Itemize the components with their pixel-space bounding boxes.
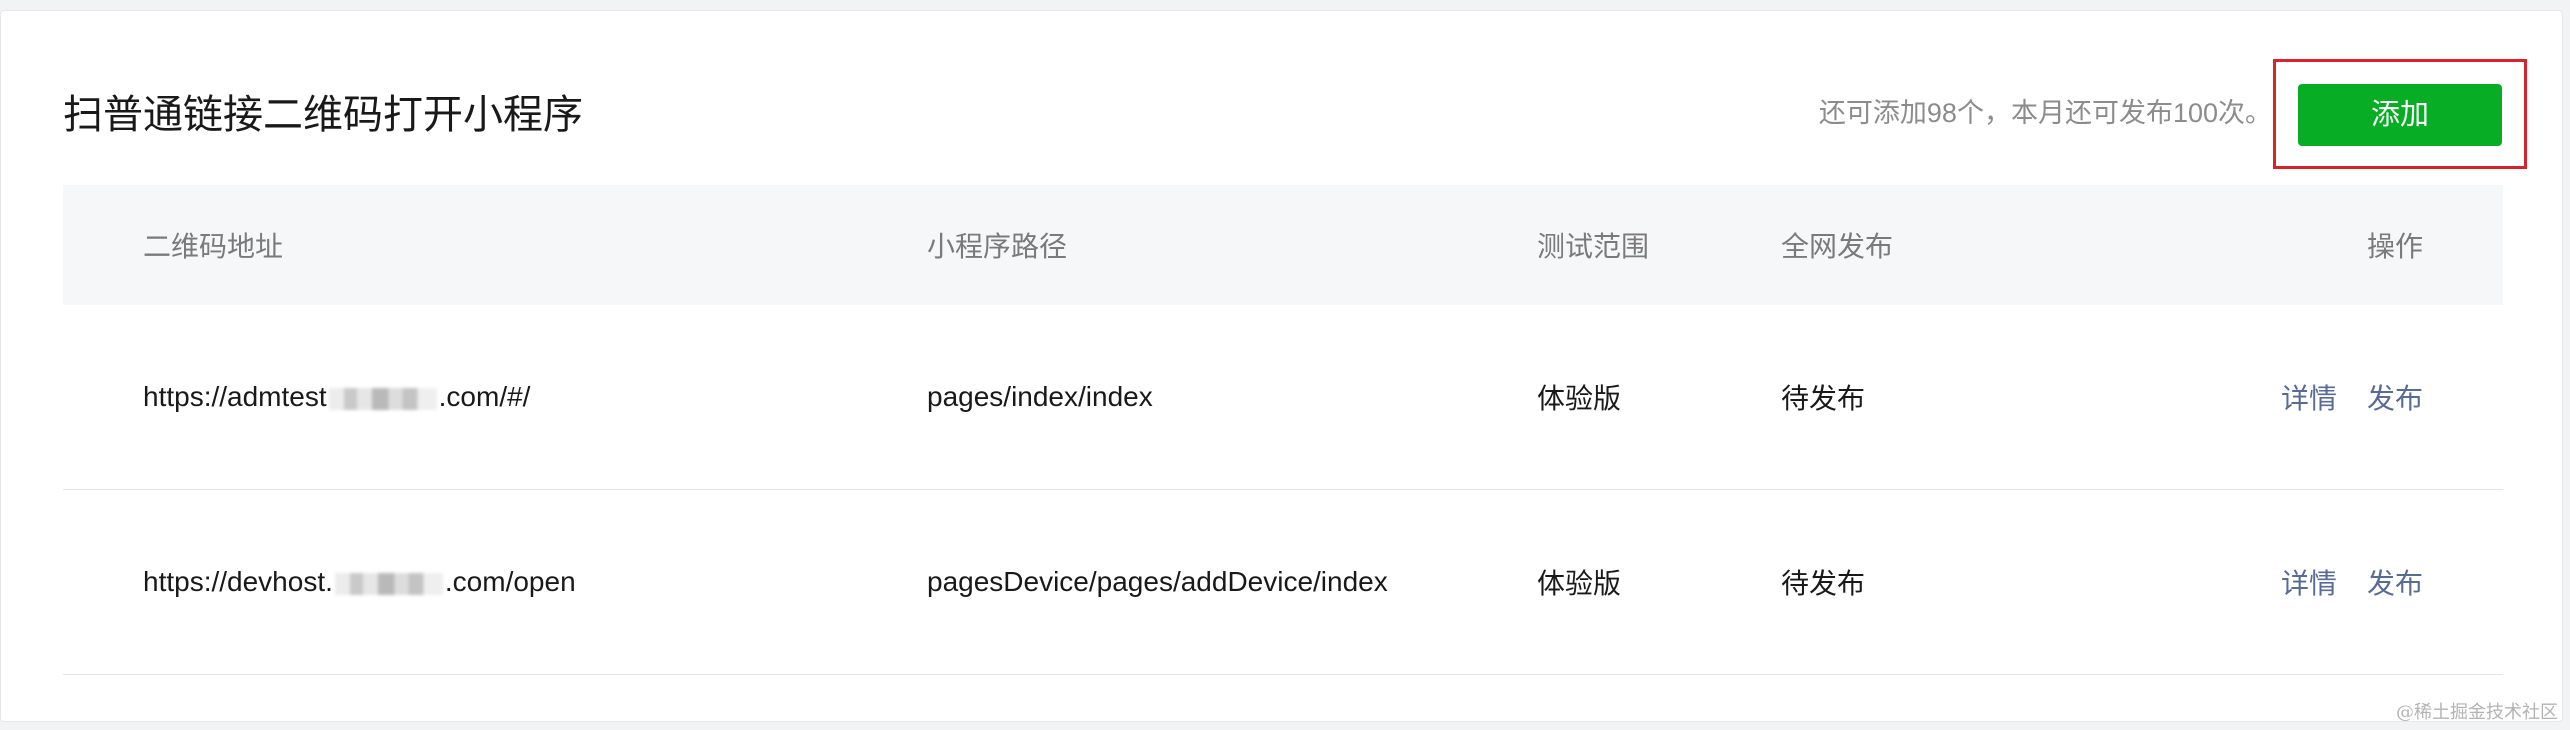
miniprogram-path: pagesDevice/pages/addDevice/index: [927, 566, 1388, 597]
redacted-domain-mask: [328, 387, 437, 410]
qrcode-rules-panel: 扫普通链接二维码打开小程序 还可添加98个，本月还可发布100次。 添加 二维码…: [0, 10, 2563, 722]
add-button[interactable]: 添加: [2298, 84, 2502, 146]
quota-text: 还可添加98个，本月还可发布100次。: [1818, 98, 2272, 128]
qrcode-url: https://admtest .com/#/: [143, 381, 530, 413]
test-scope: 体验版: [1537, 568, 1622, 599]
table-row: https://devhost. .com/open pagesDevice/pa…: [63, 490, 2503, 675]
publish-status: 待发布: [1781, 383, 1866, 414]
url-suffix: .com/open: [444, 566, 576, 597]
qrcode-url: https://devhost. .com/open: [143, 566, 576, 598]
miniprogram-path: pages/index/index: [927, 381, 1153, 412]
qrcode-rules-table: 二维码地址 小程序路径 测试范围 全网发布 操作 https://admtest…: [63, 185, 2503, 675]
redacted-domain-mask: [334, 572, 443, 595]
header-publish: 全网发布: [1781, 231, 1894, 262]
table-row: https://admtest .com/#/ pages/index/index…: [63, 305, 2503, 490]
row-actions: 详情 发布: [2281, 562, 2423, 602]
watermark: @稀土掘金技术社区: [2396, 702, 2558, 723]
url-prefix: https://devhost.: [143, 566, 333, 597]
detail-link[interactable]: 详情: [2281, 568, 2337, 599]
table-header: 二维码地址 小程序路径 测试范围 全网发布 操作: [63, 185, 2503, 305]
publish-status: 待发布: [1781, 568, 1866, 599]
header-qrcode-url: 二维码地址: [143, 231, 284, 262]
header-miniprogram-path: 小程序路径: [927, 231, 1068, 262]
url-prefix: https://admtest: [143, 381, 327, 412]
header-actions: 操作: [2366, 231, 2423, 262]
url-suffix: .com/#/: [438, 381, 531, 412]
page-title: 扫普通链接二维码打开小程序: [63, 93, 583, 137]
publish-link[interactable]: 发布: [2367, 383, 2423, 414]
header-test-scope: 测试范围: [1537, 231, 1650, 262]
publish-link[interactable]: 发布: [2367, 568, 2423, 599]
detail-link[interactable]: 详情: [2281, 383, 2337, 414]
row-actions: 详情 发布: [2281, 377, 2423, 417]
test-scope: 体验版: [1537, 383, 1622, 414]
